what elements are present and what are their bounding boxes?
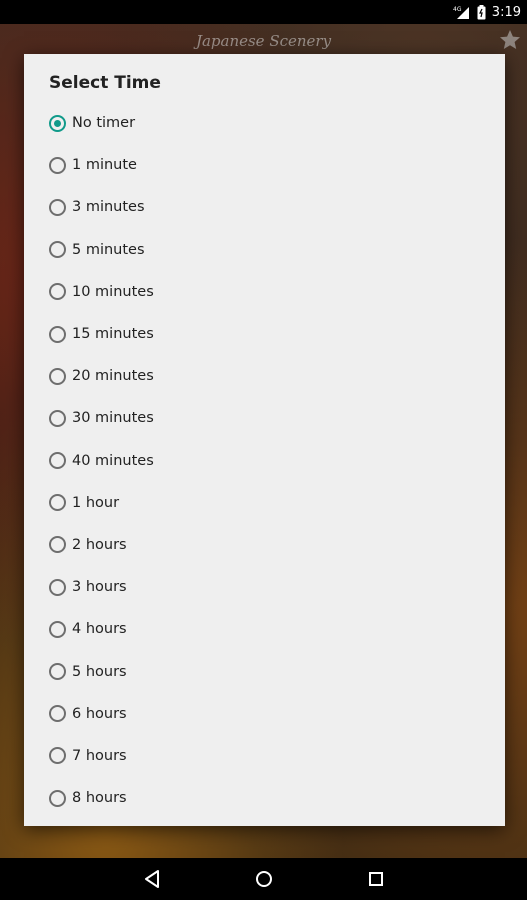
select-time-dialog: Select Time No timer 1 minute 3 minutes 5 m… [24,54,505,826]
status-time: 3:19 [491,4,521,20]
star-icon[interactable] [498,28,522,52]
navigation-bar [0,858,527,900]
radio-button[interactable] [49,789,66,807]
timer-option-label: 5 minutes [72,241,145,258]
battery-icon [477,4,486,20]
radio-button[interactable] [49,452,66,470]
radio-button[interactable] [49,536,66,554]
timer-option-label: 1 hour [72,494,120,511]
timer-option[interactable]: No timer [24,102,505,144]
dialog-title: Select Time [49,73,161,93]
radio-button[interactable] [49,241,66,259]
radio-button[interactable] [49,367,66,385]
timer-option[interactable]: 3 minutes [24,186,505,228]
timer-option-label: No timer [72,115,136,132]
timer-option[interactable]: 10 minutes [24,271,505,313]
radio-button[interactable] [49,283,66,301]
timer-option[interactable]: 1 minute [24,144,505,186]
timer-option-label: 1 minute [72,157,137,174]
radio-button[interactable] [49,325,66,343]
radio-button[interactable] [49,409,66,427]
timer-option[interactable]: 3 hours [24,566,505,608]
radio-button[interactable] [49,620,66,638]
timer-option[interactable]: 5 hours [24,650,505,692]
timer-option-label: 10 minutes [72,283,154,300]
timer-option-label: 3 hours [72,579,127,596]
timer-option-label: 40 minutes [72,452,154,469]
timer-option[interactable]: 7 hours [24,735,505,777]
recents-icon [368,872,383,886]
timer-option-label: 30 minutes [72,410,154,427]
timer-option-label: 20 minutes [72,368,154,385]
radio-button[interactable] [49,578,66,596]
timer-option[interactable]: 15 minutes [24,313,505,355]
home-button[interactable] [208,858,320,900]
radio-button[interactable] [49,663,66,681]
recents-button[interactable] [320,858,432,900]
status-bar: 4G 3:19 [0,0,527,24]
timer-option-label: 7 hours [72,747,127,764]
timer-option[interactable]: 40 minutes [24,440,505,482]
radio-button[interactable] [49,705,66,723]
radio-button[interactable] [49,114,66,132]
timer-option[interactable]: 30 minutes [24,397,505,439]
timer-options-list: No timer 1 minute 3 minutes 5 minutes 10 min… [24,102,505,819]
timer-option-label: 8 hours [72,790,127,807]
status-icons: 4G 3:19 [453,0,521,24]
radio-button[interactable] [49,494,66,512]
timer-option[interactable]: 5 minutes [24,229,505,271]
timer-option-label: 5 hours [72,663,127,680]
radio-button[interactable] [49,198,66,216]
timer-option[interactable]: 20 minutes [24,355,505,397]
home-icon [255,871,272,887]
app-title: Japanese Scenery [195,32,332,50]
back-button[interactable] [96,858,208,900]
timer-option[interactable]: 2 hours [24,524,505,566]
timer-option-label: 4 hours [72,621,127,638]
timer-option-label: 3 minutes [72,199,145,216]
back-icon [144,870,159,888]
timer-option-label: 15 minutes [72,326,154,343]
timer-option-label: 6 hours [72,705,127,722]
timer-option[interactable]: 1 hour [24,482,505,524]
timer-option[interactable]: 4 hours [24,608,505,650]
timer-option[interactable]: 6 hours [24,693,505,735]
timer-option-label: 2 hours [72,536,127,553]
radio-button[interactable] [49,747,66,765]
signal-icon: 4G [453,5,471,19]
network-type-label: 4G [453,6,462,13]
timer-option[interactable]: 8 hours [24,777,505,819]
radio-button[interactable] [49,156,66,174]
